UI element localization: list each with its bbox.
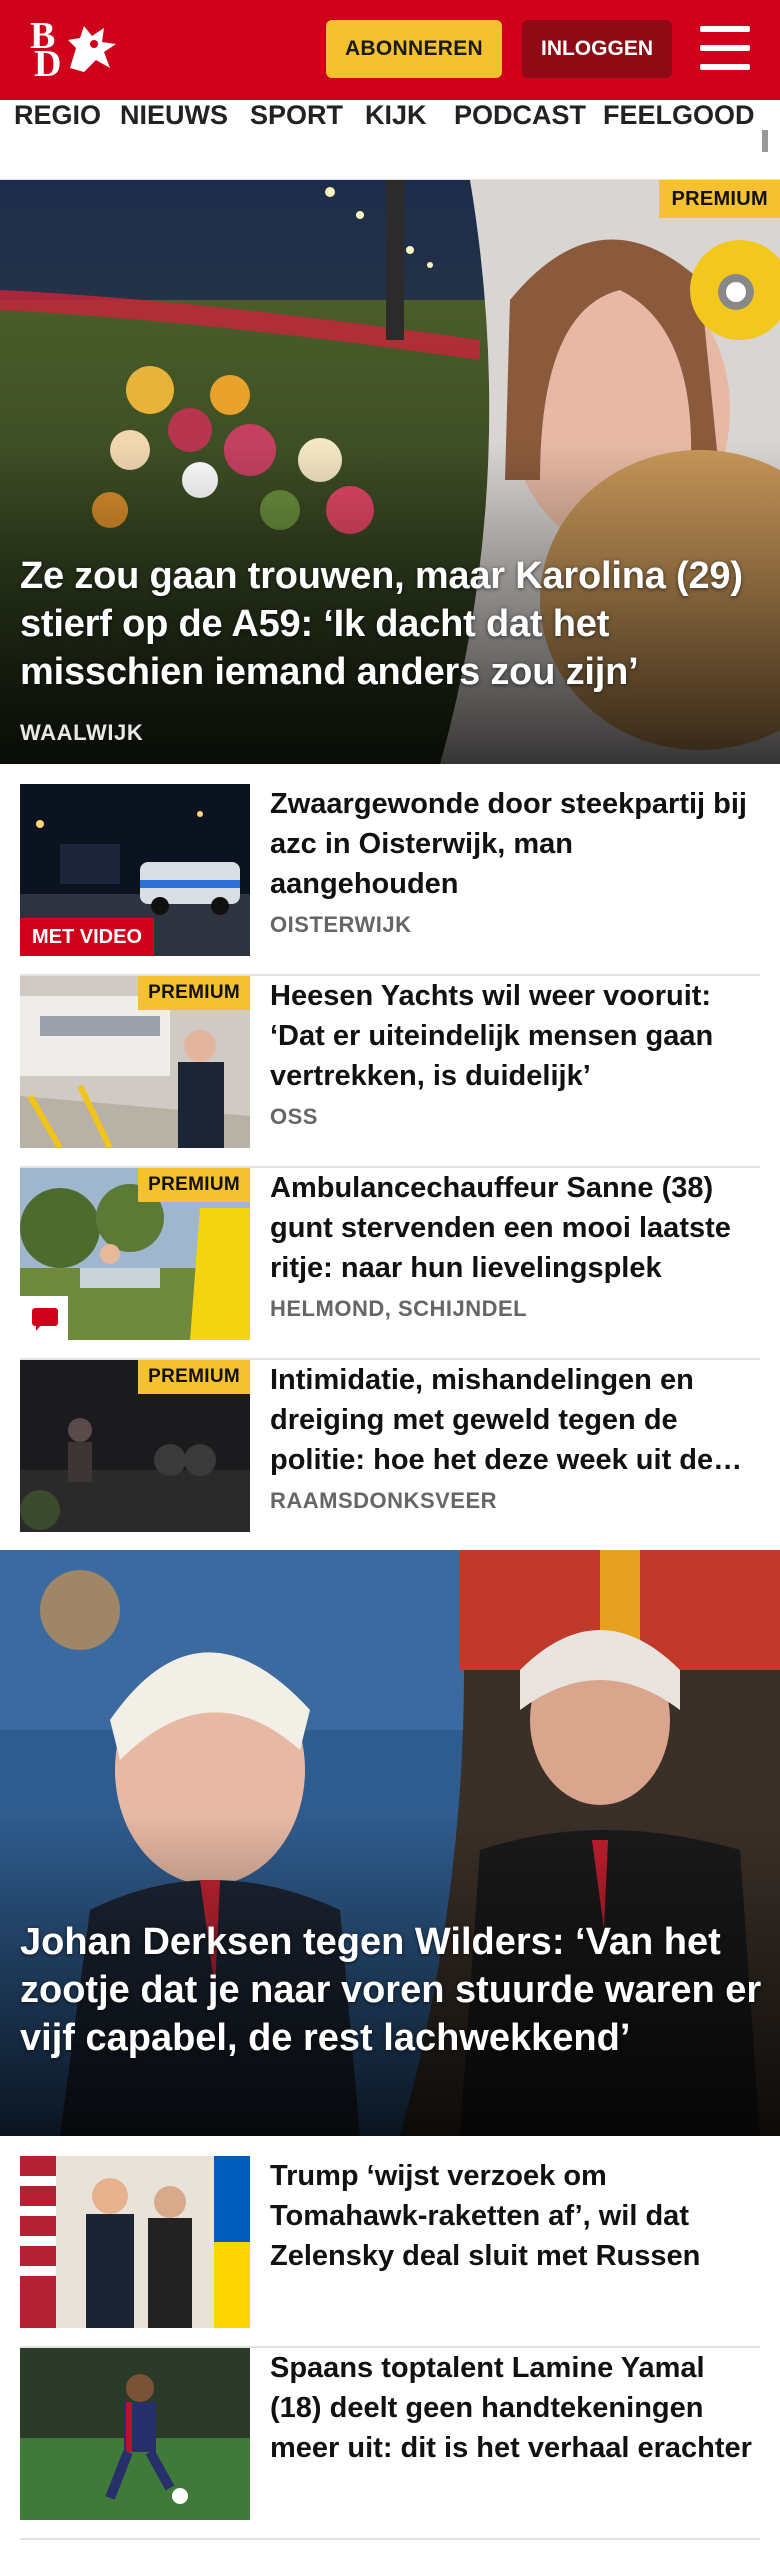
hero-article[interactable]: PREMIUM Ze zou gaan trouwen, maar Karoli… — [0, 180, 780, 764]
article-thumbnail: PREMIUM — [20, 976, 250, 1148]
article-location: RAAMSDONKSVEER — [270, 1488, 498, 1513]
nav-overflow-indicator — [762, 130, 768, 152]
premium-badge: PREMIUM — [138, 1360, 250, 1394]
list-item[interactable]: PREMIUM Intimidatie, mishandelingen en d… — [20, 1360, 760, 1552]
nav-item-feelgood[interactable]: FEELGOOD — [603, 100, 755, 179]
article-headline[interactable]: Spaans toptalent Lamine Yamal (18) deelt… — [270, 2348, 760, 2468]
article-thumbnail — [20, 2348, 250, 2520]
article-headline[interactable]: Ambulancechauffeur Sanne (38) gunt sterv… — [270, 1168, 760, 1288]
article-thumbnail: PREMIUM — [20, 1360, 250, 1532]
login-button[interactable]: INLOGGEN — [522, 20, 672, 78]
article-thumbnail: PREMIUM — [20, 1168, 250, 1340]
article-location: HELMOND, SCHIJNDEL — [270, 1296, 528, 1321]
list-item[interactable]: PREMIUM Ambulancechauffeur Sanne (38) gu… — [20, 1168, 760, 1360]
list-item[interactable]: MET VIDEO Zwaargewonde door steekpartij … — [20, 784, 760, 976]
list-item[interactable]: Trump ‘wijst verzoek om Tomahawk-rakette… — [20, 2156, 760, 2348]
hero-headline[interactable]: Ze zou gaan trouwen, maar Karolina (29) … — [20, 552, 760, 696]
article-headline[interactable]: Trump ‘wijst verzoek om Tomahawk-rakette… — [270, 2156, 760, 2276]
hero-location: WAALWIJK — [20, 720, 144, 745]
article-headline[interactable]: Zwaargewonde door steekpartij bij azc in… — [270, 784, 760, 904]
article-thumbnail — [20, 2156, 250, 2328]
nav-item-nieuws[interactable]: NIEUWS — [120, 100, 228, 179]
logo-letter-d: D — [34, 43, 62, 85]
list-item[interactable]: PREMIUM Heesen Yachts wil weer vooruit: … — [20, 976, 760, 1168]
premium-badge: PREMIUM — [659, 180, 780, 218]
bd-logo[interactable]: B D — [26, 14, 122, 86]
dragon-emblem-icon — [68, 26, 116, 72]
nav-item-kijk[interactable]: KIJK — [365, 100, 427, 179]
top-header-bar: B D ABONNEREN INLOGGEN — [0, 0, 780, 100]
article-location: OSS — [270, 1104, 318, 1129]
nav-item-sport[interactable]: SPORT — [250, 100, 343, 179]
menu-icon[interactable] — [700, 26, 750, 72]
section-nav: REGIO NIEUWS SPORT KIJK PODCAST FEELGOOD — [0, 100, 780, 180]
hero-article[interactable]: Johan Derksen tegen Wilders: ‘Van het zo… — [0, 1550, 780, 2136]
nav-item-regio[interactable]: REGIO — [14, 100, 101, 179]
hero-headline[interactable]: Johan Derksen tegen Wilders: ‘Van het zo… — [20, 1918, 765, 2062]
article-headline[interactable]: Heesen Yachts wil weer vooruit: ‘Dat er … — [270, 976, 760, 1096]
nav-item-podcast[interactable]: PODCAST — [454, 100, 586, 179]
list-item[interactable]: Spaans toptalent Lamine Yamal (18) deelt… — [20, 2348, 760, 2540]
article-headline[interactable]: Intimidatie, mishandelingen en dreiging … — [270, 1360, 760, 1480]
article-location: OISTERWIJK — [270, 912, 412, 937]
video-badge: MET VIDEO — [20, 918, 155, 956]
premium-badge: PREMIUM — [138, 976, 250, 1010]
subscribe-button[interactable]: ABONNEREN — [326, 20, 502, 78]
comment-icon — [20, 1296, 68, 1340]
article-thumbnail: MET VIDEO — [20, 784, 250, 956]
premium-badge: PREMIUM — [138, 1168, 250, 1202]
